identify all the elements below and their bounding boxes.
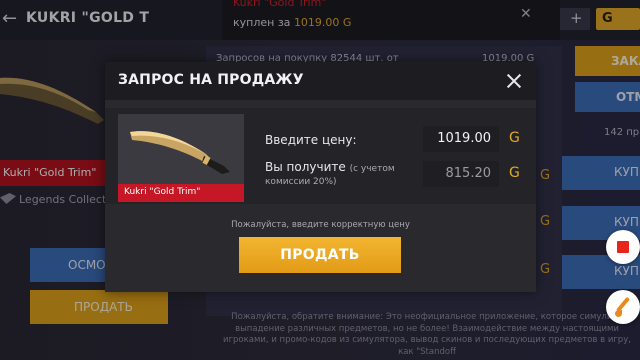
receive-label: Вы получите (с учетом [265, 160, 395, 174]
knife-image [130, 131, 230, 174]
price-currency-g: G [509, 130, 520, 146]
receive-label-text: Вы получите [265, 160, 346, 174]
receive-value: 815.20 [445, 166, 492, 181]
dialog-title: ЗАПРОС НА ПРОДАЖУ [118, 72, 304, 88]
validation-hint: Пожалуйста, введите корректную цену [231, 220, 410, 230]
price-value: 1019.00 [437, 131, 491, 146]
item-label: Kukri "Gold Trim" [124, 187, 201, 197]
sell-button[interactable]: ПРОДАТЬ [239, 237, 401, 273]
receive-currency-g: G [509, 165, 520, 181]
receive-amount-field: 815.20 [423, 161, 499, 187]
price-label: Введите цену: [265, 133, 357, 147]
record-button[interactable] [606, 230, 640, 264]
brush-button[interactable] [606, 290, 640, 324]
sell-button-label: ПРОДАТЬ [280, 247, 360, 263]
receive-note-b: комиссии 20%) [265, 177, 337, 187]
stop-record-icon [617, 241, 629, 253]
item-card: Kukri "Gold Trim" [118, 114, 244, 202]
close-icon[interactable] [503, 70, 525, 92]
sell-request-dialog: ЗАПРОС НА ПРОДАЖУ Kukri "Gold Trim" Введ… [105, 62, 536, 292]
receive-note-a: (с учетом [349, 164, 395, 174]
price-input[interactable]: 1019.00 [423, 126, 499, 152]
item-label-bar: Kukri "Gold Trim" [118, 184, 244, 202]
dialog-header: ЗАПРОС НА ПРОДАЖУ [105, 62, 536, 100]
